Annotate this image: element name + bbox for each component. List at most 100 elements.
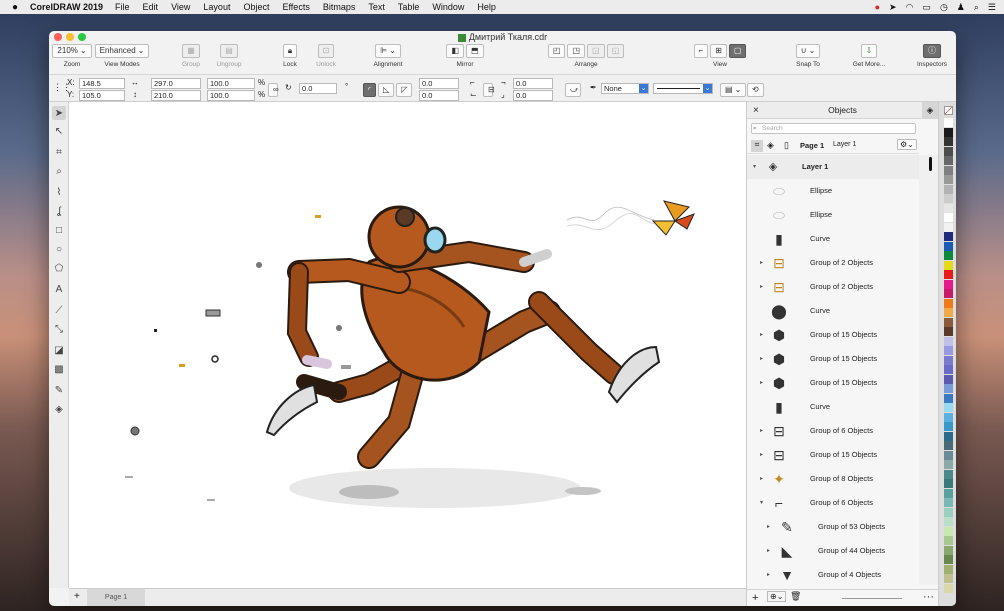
object-row[interactable]: ▸ ◣ Group of 44 Objects — [747, 539, 919, 563]
color-swatch[interactable] — [944, 232, 953, 241]
line-style-dropdown[interactable]: ⌄ — [653, 83, 713, 94]
app-menu[interactable]: CorelDRAW 2019 — [30, 2, 103, 12]
crop-tool-icon[interactable]: ⌗ — [52, 145, 66, 159]
object-row[interactable]: ⬭ Ellipse — [747, 179, 919, 203]
scrollbar-thumb[interactable] — [929, 157, 932, 171]
object-row[interactable]: ▸ ⊟ Group of 2 Objects — [747, 275, 919, 299]
ellipse-tool-icon[interactable]: ○ — [52, 242, 66, 256]
get-more-button[interactable]: ⇩ — [860, 44, 878, 58]
parallel-dimension-icon[interactable]: ⟋ — [52, 303, 66, 317]
color-swatch[interactable] — [944, 270, 953, 279]
zoom-dropdown[interactable]: 210% ⌄ — [52, 44, 92, 58]
interactive-fill-icon[interactable]: ◈ — [52, 402, 66, 416]
color-swatch[interactable] — [944, 184, 953, 194]
color-swatch[interactable] — [944, 213, 953, 222]
more-options-icon[interactable]: ··· — [923, 591, 934, 603]
color-swatch[interactable] — [944, 156, 953, 165]
color-swatch[interactable] — [944, 422, 953, 431]
color-swatch[interactable] — [944, 450, 953, 460]
color-swatch[interactable] — [944, 412, 953, 422]
object-row[interactable]: ▸ ⬢ Group of 15 Objects — [747, 347, 919, 371]
color-swatch[interactable] — [944, 203, 953, 213]
color-swatch[interactable] — [944, 279, 953, 289]
close-window-button[interactable] — [54, 33, 62, 41]
x-position-field[interactable]: 148.5 — [79, 78, 125, 89]
corner-tl-field[interactable]: 0.0 — [419, 78, 459, 89]
menu-window[interactable]: Window — [432, 2, 464, 12]
view-modes-dropdown[interactable]: Enhanced ⌄ — [94, 44, 150, 58]
minimize-window-button[interactable] — [66, 33, 74, 41]
color-swatch[interactable] — [944, 127, 953, 137]
color-swatch[interactable] — [944, 317, 953, 327]
text-tool-icon[interactable]: A — [52, 282, 66, 296]
object-row[interactable]: ▸ ⊟ Group of 2 Objects — [747, 251, 919, 275]
object-row[interactable]: ▮ Curve — [747, 395, 919, 419]
expand-arrow-icon[interactable]: ▸ — [760, 371, 763, 395]
menu-view[interactable]: View — [171, 2, 190, 12]
lock-ratio-button[interactable]: ∞ — [268, 83, 279, 97]
color-swatch[interactable] — [944, 336, 953, 346]
color-swatch[interactable] — [944, 384, 953, 393]
color-swatch[interactable] — [944, 298, 953, 308]
expand-arrow-icon[interactable]: ▸ — [760, 443, 763, 467]
color-swatch[interactable] — [944, 545, 953, 555]
scale-x-field[interactable]: 100.0 — [207, 78, 255, 89]
height-field[interactable]: 210.0 — [151, 90, 201, 101]
object-row[interactable]: ▸ ✎ Group of 53 Objects — [747, 515, 919, 539]
color-swatch[interactable] — [944, 355, 953, 365]
lock-button[interactable]: 🔒︎ — [282, 44, 298, 58]
drawing-canvas[interactable] — [69, 102, 746, 588]
expand-arrow-icon[interactable]: ▸ — [760, 275, 763, 299]
convert-to-curves-button[interactable]: ⟲ — [747, 83, 764, 97]
corner-tr-field[interactable]: 0.0 — [513, 78, 553, 89]
color-swatch[interactable] — [944, 241, 953, 251]
color-swatch[interactable] — [944, 365, 953, 374]
settings-gear-icon[interactable]: ⚙⌄ — [897, 139, 917, 150]
menu-bitmaps[interactable]: Bitmaps — [323, 2, 356, 12]
user-icon[interactable]: ♟ — [957, 2, 965, 13]
expand-arrow-icon[interactable]: ▸ — [767, 539, 770, 563]
apple-icon[interactable]: ● — [0, 2, 30, 13]
color-swatch[interactable] — [944, 574, 953, 583]
color-swatch[interactable] — [944, 222, 953, 232]
polygon-tool-icon[interactable]: ⬠ — [52, 261, 66, 275]
objects-scrollbar[interactable] — [919, 155, 939, 585]
add-page-icon[interactable]: + — [74, 591, 80, 602]
objects-search-input[interactable]: ⌕ Search — [751, 123, 916, 134]
corner-bl-field[interactable]: 0.0 — [419, 90, 459, 101]
color-swatch[interactable] — [944, 479, 953, 488]
mirror-horizontal-button[interactable]: ◧ — [446, 44, 464, 58]
app-status-icon[interactable]: ● — [875, 2, 880, 12]
expand-arrow-icon[interactable]: ▸ — [760, 323, 763, 347]
menu-edit[interactable]: Edit — [143, 2, 159, 12]
color-swatch[interactable] — [944, 441, 953, 450]
color-swatch[interactable] — [944, 175, 953, 184]
color-swatch[interactable] — [944, 507, 953, 517]
color-swatch[interactable] — [944, 403, 953, 412]
menu-text[interactable]: Text — [368, 2, 385, 12]
crop-view-icon[interactable]: ⌗ — [751, 140, 763, 152]
ungroup-button[interactable]: ▤ — [220, 44, 238, 58]
delete-icon[interactable]: 🗑︎ — [790, 591, 801, 602]
expand-arrow-icon[interactable]: ▸ — [760, 347, 763, 371]
shape-tool-icon[interactable]: ↖ — [52, 124, 66, 138]
connector-tool-icon[interactable]: ⤡ — [52, 322, 66, 336]
expand-arrow-icon[interactable]: ▸ — [760, 419, 763, 443]
transparency-tool-icon[interactable]: ▩ — [52, 362, 66, 376]
zoom-slider[interactable] — [842, 598, 902, 599]
view-rulers-button[interactable]: ⌐ — [693, 44, 709, 58]
docker-layers-icon[interactable]: ◈ — [922, 102, 938, 119]
color-swatch[interactable] — [944, 469, 953, 479]
color-swatch[interactable] — [944, 308, 953, 317]
color-swatch[interactable] — [944, 526, 953, 536]
color-swatch[interactable] — [944, 165, 953, 175]
round-corner-button[interactable]: ◜ — [363, 83, 377, 97]
group-button[interactable]: ▦ — [182, 44, 200, 58]
color-swatch[interactable] — [944, 431, 953, 441]
forward-one-button[interactable]: ◳ — [567, 44, 585, 58]
object-row[interactable]: ▾ ◈ Layer 1 — [747, 155, 919, 179]
wrap-text-dropdown[interactable]: ▤ ⌄ — [720, 83, 747, 97]
freehand-tool-icon[interactable]: ⌇ — [52, 185, 66, 199]
chamfer-corner-button[interactable]: ◸ — [396, 83, 413, 97]
menu-file[interactable]: File — [115, 2, 130, 12]
